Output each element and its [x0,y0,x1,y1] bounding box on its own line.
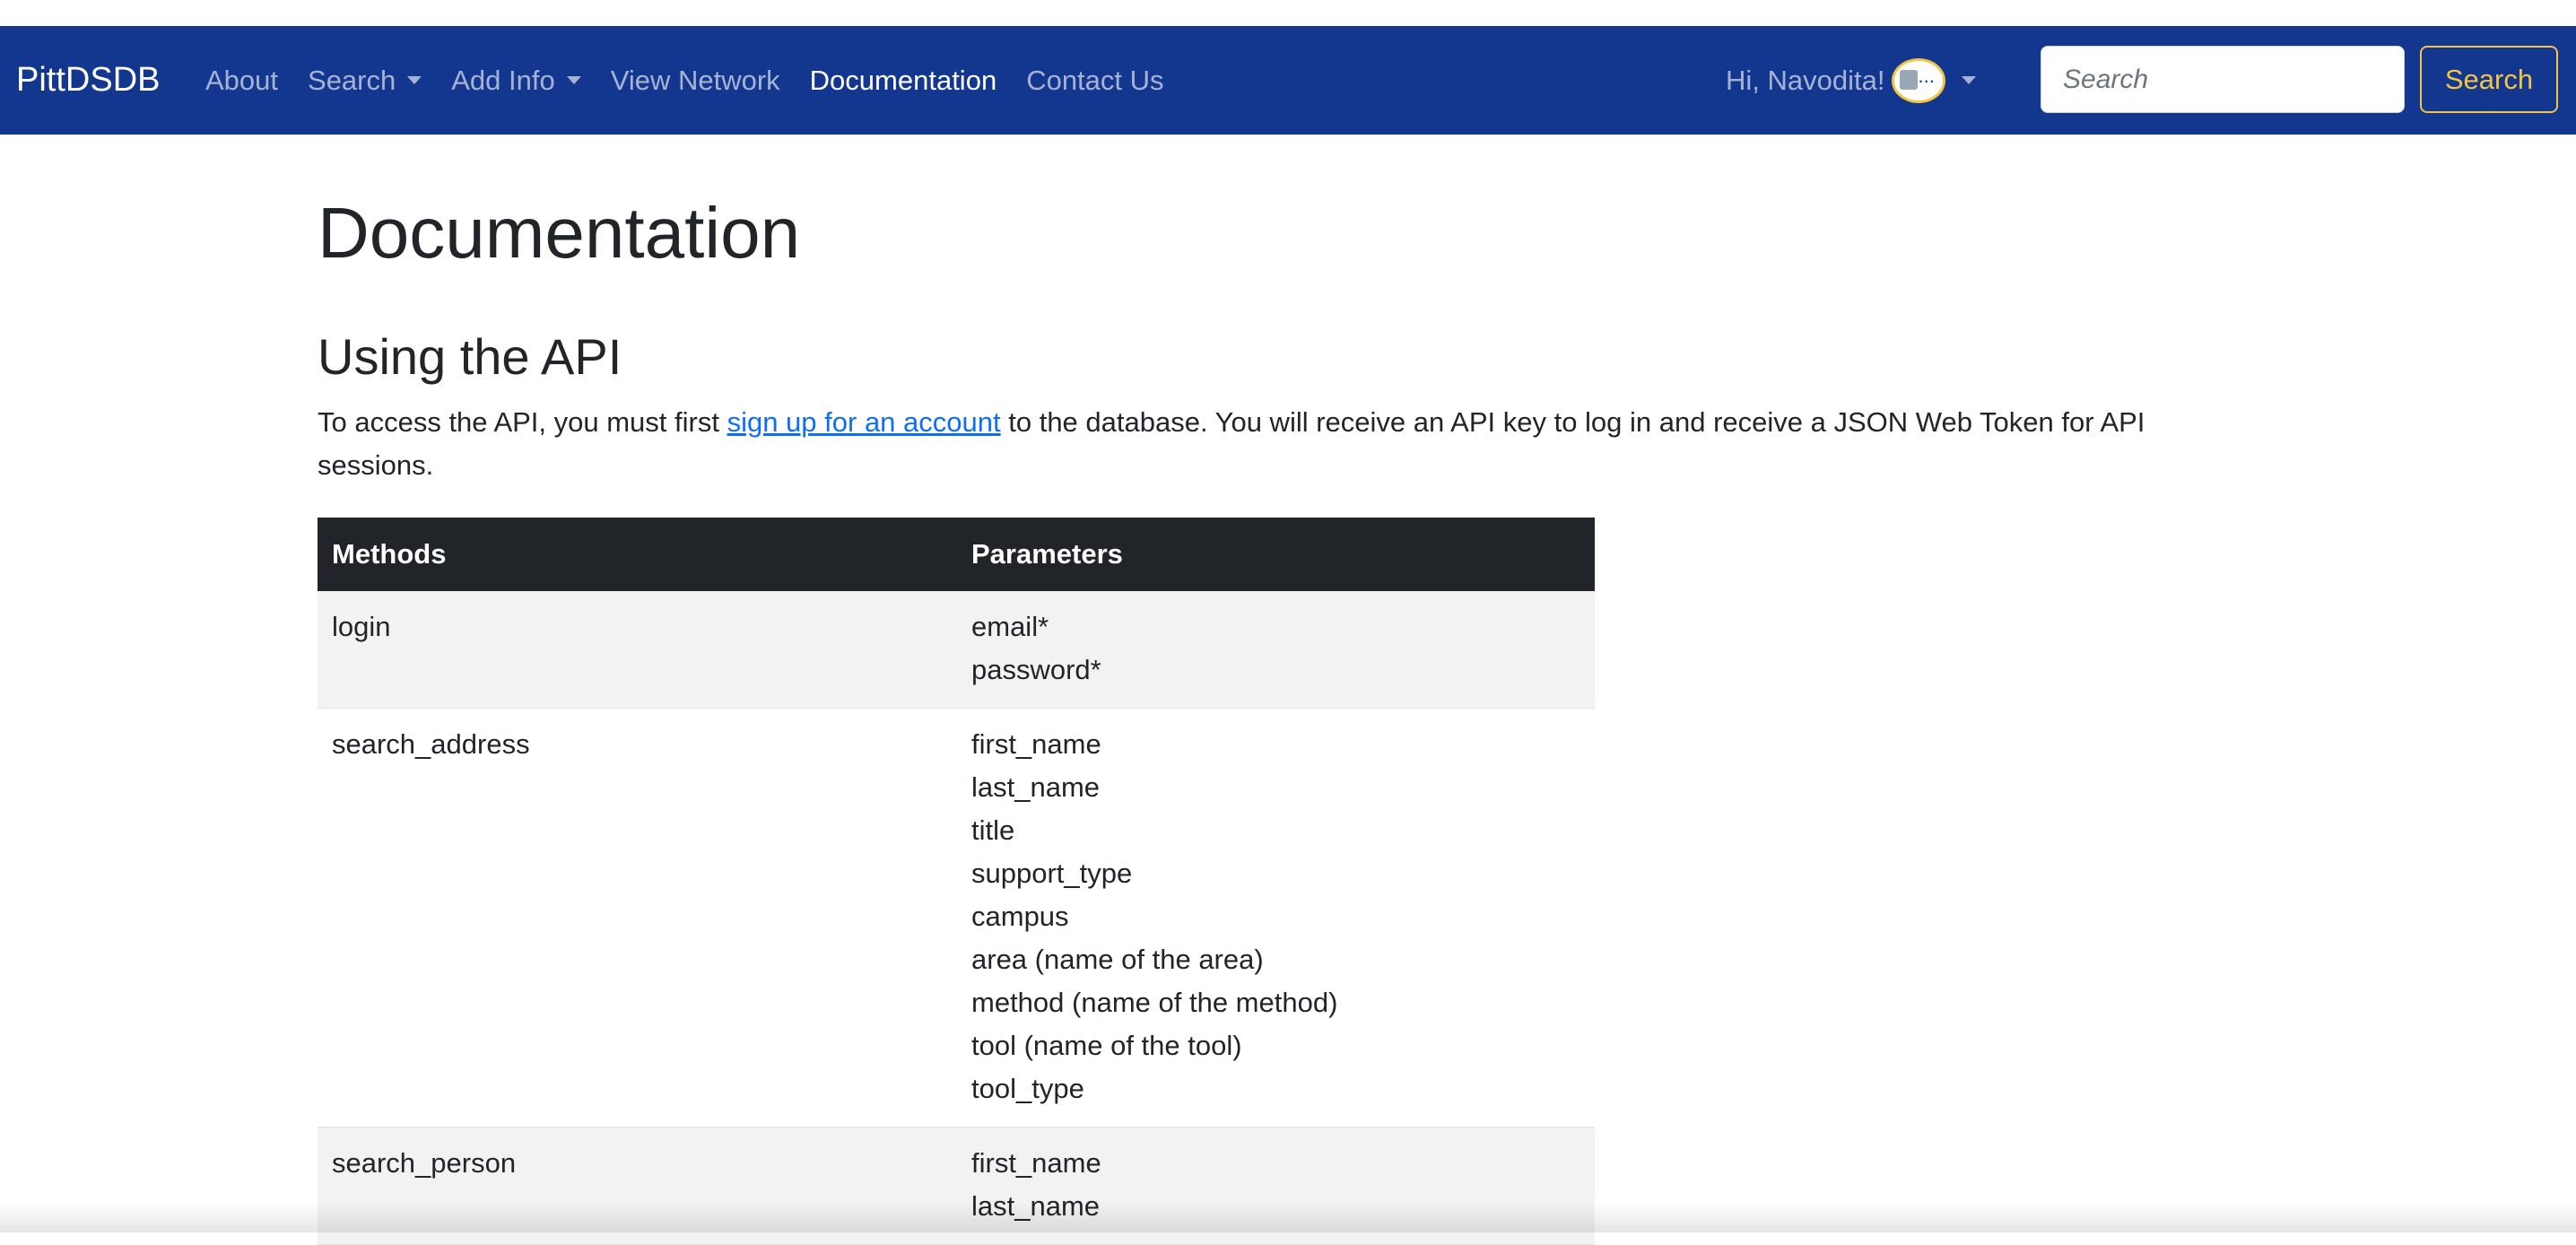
nav-view-network-label: View Network [610,64,780,96]
method-cell: search_person [318,1127,957,1245]
main-navbar: PittDSDB About Search Add Info View Netw… [0,26,2576,135]
method-cell: login [318,591,957,709]
parameter-item: tool_type [971,1073,1084,1104]
nav-about-label: About [205,64,279,96]
parameter-item: tool (name of the tool) [971,1030,1242,1061]
chevron-down-icon [407,76,422,84]
parameters-cell: email* password* [957,591,1595,709]
table-body: login email* password* search_address first_… [318,591,1595,1245]
browser-top-strip [0,0,2576,27]
parameter-item: last_name [971,1190,1101,1222]
parameter-item: title [971,814,1015,846]
user-greeting: Hi, Navodita! [1726,64,1885,96]
method-cell: search_address [318,708,957,1127]
api-methods-table: Methods Parameters login email* password* s… [318,518,1595,1245]
parameter-item: first_name [971,728,1101,760]
parameter-item: last_name [971,771,1101,803]
table-header-row: Methods Parameters [318,518,1595,591]
user-menu-dropdown[interactable]: Hi, Navodita! [1726,26,1977,135]
section-title: Using the API [318,328,622,385]
table-row: login email* password* [318,591,1595,709]
nav-links: About Search Add Info View Network Docum… [205,26,1194,135]
nav-documentation[interactable]: Documentation [810,65,997,97]
search-button[interactable]: Search [2420,46,2558,113]
parameter-item: support_type [971,858,1133,889]
parameter-item: first_name [971,1147,1101,1179]
avatar [1892,57,1946,103]
parameter-item: area (name of the area) [971,944,1264,975]
search-form: Search [2041,46,2558,113]
intro-text-before: To access the API, you must first [318,406,727,438]
nav-search-label: Search [308,64,396,96]
table-row: search_address first_name last_nametitle su… [318,708,1595,1127]
parameter-item: password* [971,654,1101,685]
nav-contact-us-label: Contact Us [1026,64,1164,96]
parameters-cell: first_name last_name [957,1127,1595,1245]
nav-documentation-label: Documentation [809,64,997,96]
nav-view-network[interactable]: View Network [611,65,780,97]
signup-link[interactable]: sign up for an account [727,406,1001,438]
intro-paragraph: To access the API, you must first sign u… [318,401,2258,487]
chevron-down-icon [566,76,581,84]
parameter-item: email* [971,611,1049,642]
parameter-item: method (name of the method) [971,987,1338,1018]
brand-logo[interactable]: PittDSDB [16,26,160,135]
search-input[interactable] [2041,46,2405,113]
parameter-item: campus [971,901,1069,932]
nav-contact-us[interactable]: Contact Us [1026,65,1163,97]
chevron-down-icon [1962,76,1977,84]
methods-header: Methods [318,518,957,591]
parameters-header: Parameters [957,518,1595,591]
nav-add-info-dropdown[interactable]: Add Info [451,64,581,97]
parameters-cell: first_name last_nametitle support_typecamp… [957,708,1595,1127]
table-row: search_person first_name last_name [318,1127,1595,1245]
nav-about[interactable]: About [205,65,278,97]
nav-search-dropdown[interactable]: Search [308,65,422,97]
page-title: Documentation [318,193,801,273]
nav-add-info-label: Add Info [451,64,555,96]
